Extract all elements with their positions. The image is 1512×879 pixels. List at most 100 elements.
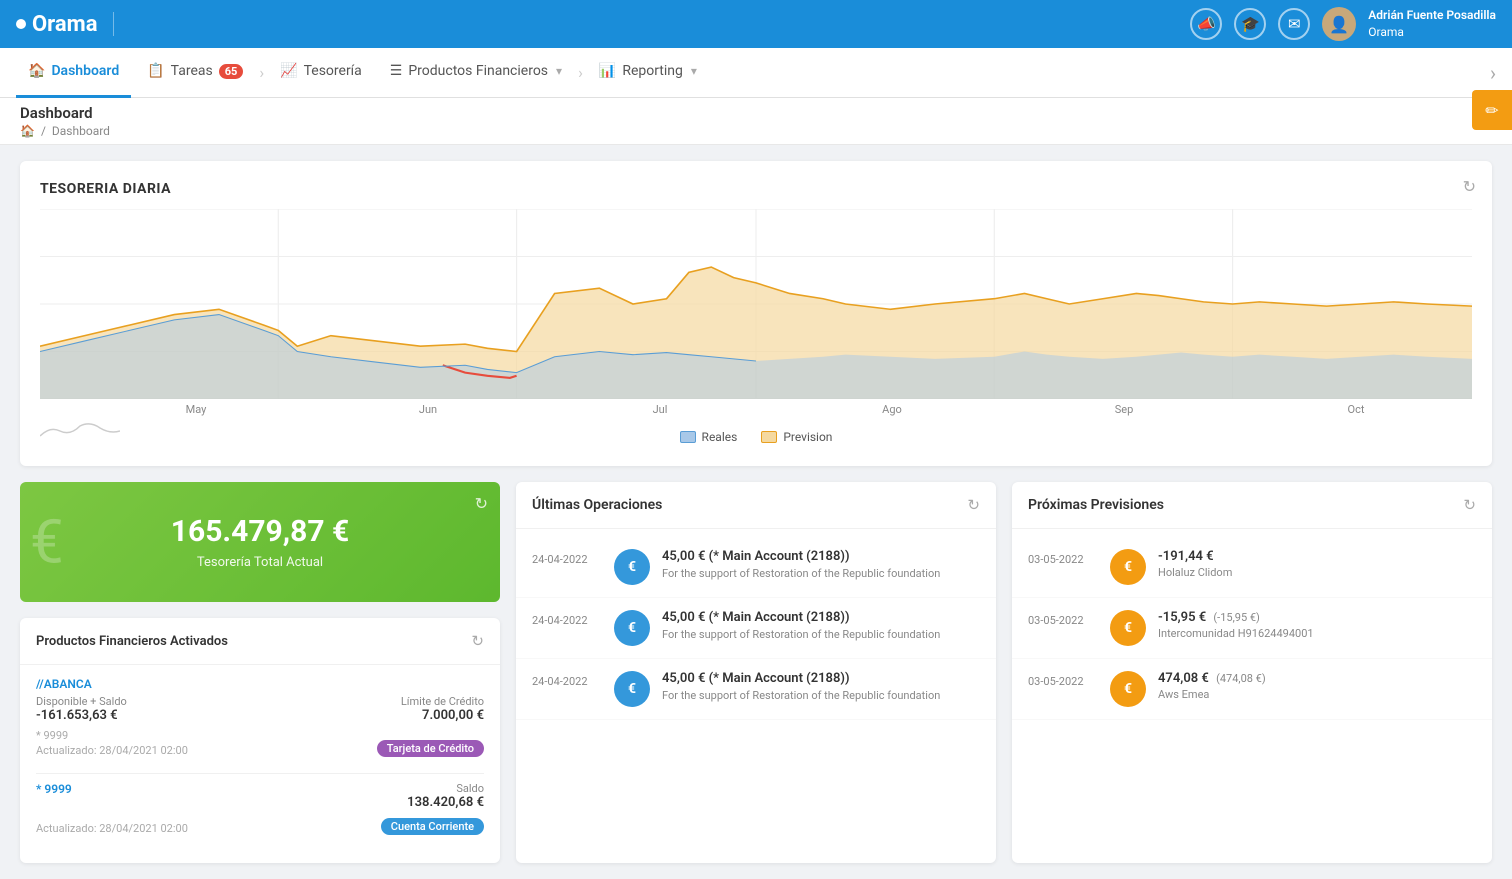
operations-card: Últimas Operaciones ↻ 24-04-2022 € 45,00… [516,482,996,863]
treasury-refresh-button[interactable]: ↻ [475,494,488,513]
mail-icon[interactable]: ✉ [1278,8,1310,40]
product-balance-left-1: Disponible + Saldo -161.653,63 € [36,695,127,723]
nav-divider [113,12,114,36]
home-icon: 🏠 [28,63,45,79]
legend-reales: Reales [680,430,738,444]
bottom-row: € ↻ 165.479,87 € Tesorería Total Actual … [20,482,1492,863]
product-balance-row-1: Disponible + Saldo -161.653,63 € Límite … [36,695,484,723]
nav-sep-2: › [578,63,583,82]
op-item-1: 24-04-2022 € 45,00 € (* Main Account (21… [516,537,996,598]
op-icon-1: € [614,549,650,585]
prev-amount-3: 474,08 € (474,08 €) [1158,671,1476,686]
nav-item-reporting[interactable]: 📊 Reporting ▾ [587,48,709,98]
op-item-2: 24-04-2022 € 45,00 € (* Main Account (21… [516,598,996,659]
prev-secondary-2: (-15,95 €) [1213,611,1259,624]
chart-refresh-button[interactable]: ↻ [1463,177,1476,196]
prev-date-1: 03-05-2022 [1028,549,1098,566]
breadcrumb-sep: / [41,124,46,138]
x-label-ago: Ago [776,403,1008,416]
tasks-icon: 📋 [147,63,164,79]
product-item-abanca: //ABANCA Disponible + Saldo -161.653,63 … [36,677,484,757]
product-balance-row-2: * 9999 Saldo 138.420,68 € [36,782,484,810]
op-details-1: 45,00 € (* Main Account (2188)) For the … [662,549,980,581]
product-badge-1: Tarjeta de Crédito [377,740,484,757]
x-label-sep: Sep [1008,403,1240,416]
chart-icon: 📈 [280,63,297,79]
products-refresh-button[interactable]: ↻ [471,632,484,650]
prev-item-1: 03-05-2022 € -191,44 € Holaluz Clidom [1012,537,1492,598]
op-desc-1: For the support of Restoration of the Re… [662,566,980,581]
prev-refresh-button[interactable]: ↻ [1463,496,1476,514]
euro-watermark: € [30,507,64,578]
op-desc-3: For the support of Restoration of the Re… [662,688,980,703]
prev-header: Próximas Previsiones ↻ [1012,482,1492,529]
prev-item-3: 03-05-2022 € 474,08 € (474,08 €) Aws Eme… [1012,659,1492,720]
product-credit-label-1: Límite de Crédito [401,695,484,708]
op-item-3: 24-04-2022 € 45,00 € (* Main Account (21… [516,659,996,720]
product-credit-1: Límite de Crédito 7.000,00 € [401,695,484,723]
nav-label-tesoreria: Tesorería [304,63,362,79]
tasks-badge: 65 [219,64,244,79]
reporting-chevron-icon: ▾ [691,64,697,78]
products-card: Productos Financieros Activados ↻ //ABAN… [20,618,500,863]
nav-label-productos: Productos Financieros [408,63,548,79]
notification-icon[interactable]: 📣 [1190,8,1222,40]
left-column: € ↻ 165.479,87 € Tesorería Total Actual … [20,482,500,863]
prev-date-3: 03-05-2022 [1028,671,1098,688]
breadcrumb-current: Dashboard [52,124,110,138]
ops-refresh-button[interactable]: ↻ [967,496,980,514]
ops-title: Últimas Operaciones [532,497,662,513]
avatar[interactable]: 👤 [1322,7,1356,41]
edit-fab[interactable]: ✏ [1472,90,1512,130]
op-icon-3: € [614,671,650,707]
legend-prevision-color [761,431,777,443]
nav-sep-1: › [259,63,264,82]
learn-icon[interactable]: 🎓 [1234,8,1266,40]
prev-icon-1: € [1110,549,1146,585]
chart-title: TESORERIA DIARIA [40,181,1472,197]
product-saldo-label-2: Saldo [407,782,484,795]
logo-dot [16,19,26,29]
user-info: Adrián Fuente Posadilla Orama [1368,7,1496,41]
prev-details-2: -15,95 € (-15,95 €) Intercomunidad H9162… [1158,610,1476,640]
nav-item-tesoreria[interactable]: 📈 Tesorería [268,48,374,98]
product-detail-1: * 9999 [36,729,188,742]
product-balance-value-1: -161.653,63 € [36,708,127,723]
home-breadcrumb-icon: 🏠 [20,124,35,138]
chart-container [40,209,1472,399]
x-label-may: May [80,403,312,416]
prev-item-2: 03-05-2022 € -15,95 € (-15,95 €) Interco… [1012,598,1492,659]
treasury-amount: 165.479,87 € [171,514,349,549]
top-nav: Orama 📣 🎓 ✉ 👤 Adrián Fuente Posadilla Or… [0,0,1512,48]
nav-item-productos[interactable]: ☰ Productos Financieros ▾ [378,48,574,98]
op-desc-2: For the support of Restoration of the Re… [662,627,980,642]
x-label-oct: Oct [1240,403,1472,416]
prev-date-2: 03-05-2022 [1028,610,1098,627]
prev-title: Próximas Previsiones [1028,497,1164,513]
op-date-2: 24-04-2022 [532,610,602,627]
nav-item-tareas[interactable]: 📋 Tareas 65 [135,48,255,98]
x-label-jun: Jun [312,403,544,416]
nav-label-dashboard: Dashboard [51,63,119,79]
chart-legend: Reales Prevision [680,430,833,444]
second-nav: 🏠 Dashboard 📋 Tareas 65 › 📈 Tesorería ☰ … [0,48,1512,98]
nav-item-dashboard[interactable]: 🏠 Dashboard [16,48,131,98]
nav-label-tareas: Tareas [171,63,213,79]
nav-arrow[interactable]: › [1490,61,1496,85]
product-saldo-value-2: 138.420,68 € [407,795,484,810]
prev-name-1: Holaluz Clidom [1158,566,1476,579]
op-amount-1: 45,00 € (* Main Account (2188)) [662,549,980,564]
product-divider [36,773,484,774]
product-name-abanca: //ABANCA [36,677,484,691]
op-amount-3: 45,00 € (* Main Account (2188)) [662,671,980,686]
previsions-card: Próximas Previsiones ↻ 03-05-2022 € -191… [1012,482,1492,863]
breadcrumb-section: Dashboard 🏠 / Dashboard [0,98,1512,145]
top-nav-left: Orama [16,12,122,37]
product-updated-2: Actualizado: 28/04/2021 02:00 [36,822,188,835]
prev-details-3: 474,08 € (474,08 €) Aws Emea [1158,671,1476,701]
product-balance-left-2: * 9999 [36,782,72,800]
product-balance-label-1: Disponible + Saldo [36,695,127,708]
product-name-2: * 9999 [36,782,72,796]
mini-chart [40,416,120,446]
product-badge-2: Cuenta Corriente [381,818,484,835]
